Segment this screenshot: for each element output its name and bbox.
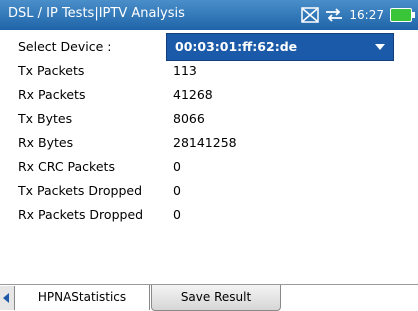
clock: 16:27 [349, 8, 384, 22]
stat-label: Rx Bytes [18, 135, 74, 150]
stat-value: 113 [173, 63, 197, 78]
stat-value: 41268 [173, 87, 213, 102]
chevron-left-icon [3, 293, 9, 303]
stat-label: Rx Packets Dropped [18, 207, 144, 222]
usb-link-icon [326, 8, 343, 22]
chevron-down-icon [375, 44, 385, 50]
statistics-panel: Select Device : 00:03:01:ff:62:de Tx Pac… [0, 30, 418, 280]
page-title: DSL / IP Tests|IPTV Analysis [8, 6, 185, 21]
stat-value: 0 [173, 207, 181, 222]
stat-value: 0 [173, 183, 181, 198]
tab-scroll-left-button[interactable] [0, 286, 15, 310]
signal-icon [301, 7, 320, 23]
title-bar: DSL / IP Tests|IPTV Analysis 16:27 [0, 0, 418, 30]
device-select-value: 00:03:01:ff:62:de [175, 39, 298, 54]
device-select[interactable]: 00:03:01:ff:62:de [166, 33, 394, 61]
stat-label: Tx Bytes [18, 111, 73, 126]
stat-value: 28141258 [173, 135, 237, 150]
stat-value: 0 [173, 159, 181, 174]
stat-label: Tx Packets Dropped [18, 183, 143, 198]
tab-bar: HPNAStatistics Save Result [0, 284, 418, 311]
status-area: 16:27 [301, 4, 415, 26]
stat-label: Rx CRC Packets [18, 159, 115, 174]
tab-label: HPNAStatistics [37, 290, 127, 304]
tab-save-result[interactable]: Save Result [151, 285, 281, 311]
stat-label: Rx Packets [18, 87, 86, 102]
battery-icon [390, 8, 415, 22]
device-label: Select Device : [18, 39, 112, 54]
tab-label: Save Result [180, 290, 252, 304]
stat-label: Tx Packets [18, 63, 85, 78]
tab-hpna-statistics[interactable]: HPNAStatistics [15, 285, 150, 310]
stat-value: 8066 [173, 111, 205, 126]
